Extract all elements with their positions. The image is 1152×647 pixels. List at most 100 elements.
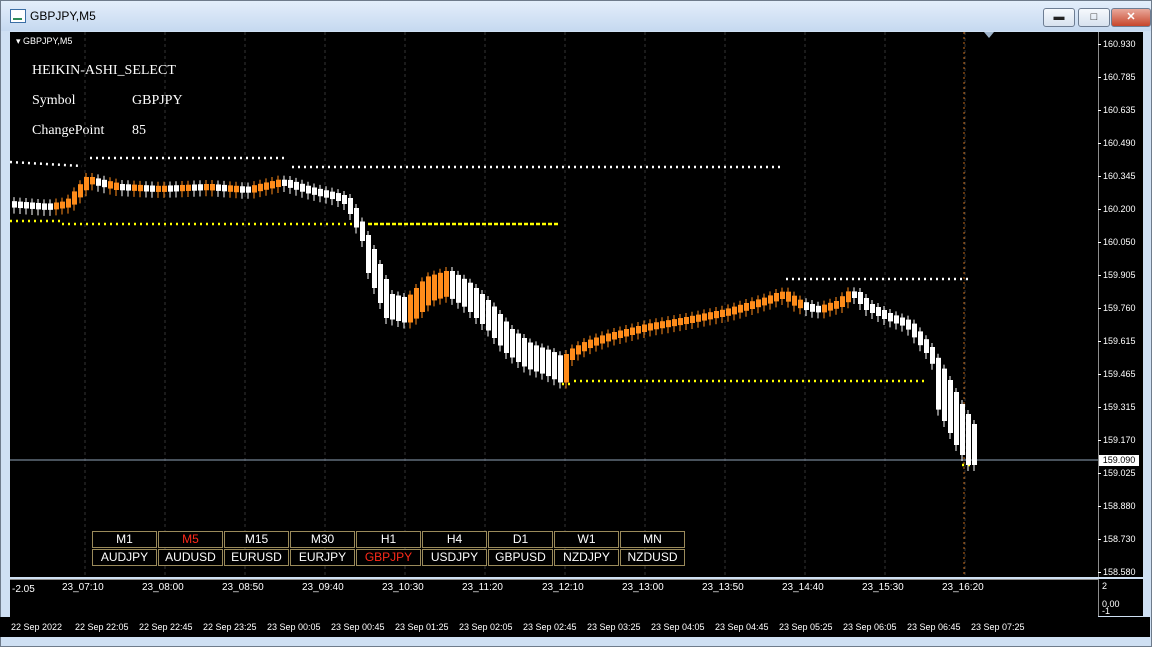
symbol-button-nzdjpy[interactable]: NZDJPY	[554, 549, 619, 566]
symbol-button-eurjpy[interactable]: EURJPY	[290, 549, 355, 566]
bull-candle	[780, 291, 785, 299]
timeframe-button-d1[interactable]: D1	[488, 531, 553, 548]
session-time-label: 23_13:00	[622, 582, 664, 593]
bear-candle	[384, 279, 389, 318]
price-tick: 159.170	[1098, 435, 1136, 445]
bear-candle	[216, 184, 221, 191]
bull-candle	[678, 318, 683, 326]
title-bar[interactable]: GBPJPY,M5 ▬ □ ✕	[1, 1, 1151, 31]
bear-candle	[366, 235, 371, 273]
timeframe-button-mn[interactable]: MN	[620, 531, 685, 548]
bear-candle	[120, 184, 125, 191]
bull-candle	[228, 185, 233, 192]
bear-candle	[900, 317, 905, 326]
bull-candle	[672, 319, 677, 327]
bull-candle	[570, 348, 575, 360]
time-axis-label: 22 Sep 22:45	[139, 622, 193, 632]
bear-candle	[30, 202, 35, 209]
bear-candle	[858, 292, 863, 304]
bear-candle	[354, 208, 359, 228]
price-tick: 160.200	[1098, 204, 1136, 214]
bear-candle	[552, 352, 557, 380]
bear-candle	[12, 201, 17, 208]
bull-candle	[756, 299, 761, 308]
symbol-button-audusd[interactable]: AUDUSD	[158, 549, 223, 566]
bear-candle	[126, 184, 131, 191]
chart-shift-marker-icon[interactable]	[984, 32, 994, 38]
price-chart-area[interactable]	[10, 32, 1098, 577]
timeframe-button-m15[interactable]: M15	[224, 531, 289, 548]
bull-candle	[132, 184, 137, 191]
candlestick-chart	[10, 32, 1098, 577]
bull-candle	[156, 185, 161, 192]
bull-candle	[426, 276, 431, 306]
dropdown-triangle-icon[interactable]: ▾	[16, 36, 21, 46]
bear-candle	[312, 187, 317, 195]
price-axis[interactable]: 160.930 160.785 160.635 160.490 160.345 160.2…	[1098, 32, 1143, 577]
bear-candle	[906, 319, 911, 330]
time-axis-label: 22 Sep 23:25	[203, 622, 257, 632]
price-tick: 160.050	[1098, 237, 1136, 247]
bear-candle	[174, 185, 179, 192]
symbol-button-eurusd[interactable]: EURUSD	[224, 549, 289, 566]
bull-candle	[258, 183, 263, 192]
bear-candle	[168, 185, 173, 192]
bull-candle	[654, 322, 659, 330]
symbol-button-audjpy[interactable]: AUDJPY	[92, 549, 157, 566]
minimize-button[interactable]: ▬	[1043, 8, 1075, 27]
bear-candle	[852, 291, 857, 298]
symbol-key: Symbol	[32, 93, 76, 108]
timeframe-button-m30[interactable]: M30	[290, 531, 355, 548]
bear-candle	[510, 329, 515, 358]
subpanel-value: -2.05	[12, 584, 35, 595]
bull-candle	[726, 308, 731, 316]
close-button[interactable]: ✕	[1111, 8, 1151, 27]
price-tick: 158.580	[1098, 567, 1136, 577]
bull-candle	[636, 326, 641, 334]
price-tick: 160.635	[1098, 105, 1136, 115]
timeframe-button-m5[interactable]: M5	[158, 531, 223, 548]
timeframe-button-m1[interactable]: M1	[92, 531, 157, 548]
session-time-label: 23_13:50	[702, 582, 744, 593]
bull-candle	[750, 301, 755, 309]
bear-candle	[396, 295, 401, 321]
bear-candle	[240, 186, 245, 193]
bull-candle	[744, 303, 749, 311]
time-axis-label: 23 Sep 03:25	[587, 622, 641, 632]
symbol-button-gbpjpy[interactable]: GBPJPY	[356, 549, 421, 566]
bull-candle	[768, 295, 773, 304]
bear-candle	[816, 305, 821, 313]
bull-candle	[684, 317, 689, 325]
bull-candle	[660, 321, 665, 329]
price-tick: 160.930	[1098, 39, 1136, 49]
bull-candle	[564, 354, 569, 383]
subpanel-axis: 2 0.00 -1	[1098, 579, 1143, 616]
timeframe-button-w1[interactable]: W1	[554, 531, 619, 548]
bear-candle	[18, 201, 23, 209]
bear-candle	[96, 178, 101, 186]
bull-candle	[612, 332, 617, 340]
bear-candle	[192, 184, 197, 191]
symbol-button-usdjpy[interactable]: USDJPY	[422, 549, 487, 566]
bear-candle	[534, 345, 539, 372]
bear-candle	[468, 282, 473, 312]
symbol-button-gbpusd[interactable]: GBPUSD	[488, 549, 553, 566]
bull-candle	[648, 323, 653, 331]
bull-candle	[798, 299, 803, 309]
bull-candle	[822, 304, 827, 313]
timeframe-button-h4[interactable]: H4	[422, 531, 487, 548]
bear-candle	[288, 179, 293, 188]
bull-candle	[84, 177, 89, 191]
bear-candle	[864, 298, 869, 310]
bear-candle	[492, 306, 497, 338]
timeframe-button-h1[interactable]: H1	[356, 531, 421, 548]
price-tick: 159.025	[1098, 468, 1136, 478]
maximize-button[interactable]: □	[1078, 8, 1110, 27]
bear-candle	[912, 323, 917, 338]
bear-candle	[222, 184, 227, 192]
bull-candle	[270, 181, 275, 189]
bull-candle	[588, 339, 593, 349]
bull-candle	[90, 177, 95, 185]
symbol-button-nzdusd[interactable]: NZDUSD	[620, 549, 685, 566]
bear-candle	[486, 300, 491, 331]
